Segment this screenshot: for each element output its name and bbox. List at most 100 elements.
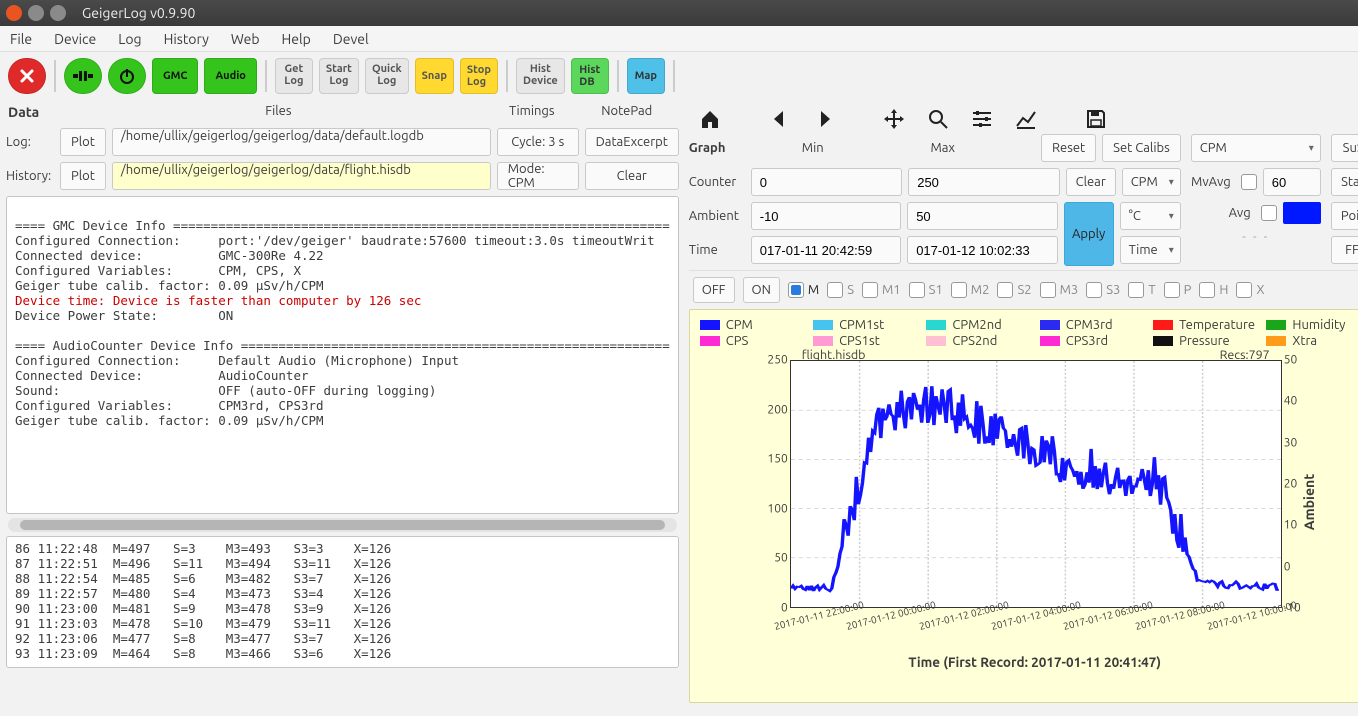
var-m2-checkbox[interactable] <box>951 282 967 298</box>
log-tail-pane[interactable]: 86 11:22:48 M=497 S=3 M3=493 S3=3 X=126 … <box>6 536 679 668</box>
y-ticks: 050100150200250 <box>762 360 788 608</box>
toolbar: GMC Audio Get Log Start Log Quick Log Sn… <box>0 52 1358 100</box>
clear-notepad-button[interactable]: Clear <box>585 162 679 190</box>
var-t-checkbox[interactable] <box>1128 282 1144 298</box>
log-path-input[interactable]: /home/ullix/geigerlog/geigerlog/data/def… <box>112 128 491 156</box>
cycle-button[interactable]: Cycle: 3 s <box>497 128 579 156</box>
data-heading: Data <box>8 104 70 120</box>
var-s3-checkbox[interactable] <box>1086 282 1102 298</box>
histdevice-button[interactable]: Hist Device <box>516 58 565 94</box>
snap-button[interactable]: Snap <box>415 58 454 94</box>
ambient-min-input[interactable] <box>751 202 901 230</box>
device-info-hscroll[interactable] <box>8 518 677 532</box>
avg-checkbox[interactable] <box>1261 205 1277 221</box>
ambient-label: Ambient <box>689 209 745 223</box>
device-info-pane[interactable]: ==== GMC Device Info ===================… <box>6 196 679 514</box>
exit-button[interactable] <box>8 58 46 94</box>
menu-history[interactable]: History <box>164 31 209 47</box>
menu-web[interactable]: Web <box>231 31 260 47</box>
menu-file[interactable]: File <box>10 31 32 47</box>
yvar-select[interactable]: CPM <box>1191 134 1321 162</box>
ambient-unit-select[interactable]: °C <box>1120 202 1181 230</box>
counter-min-input[interactable] <box>751 168 902 196</box>
quicklog-button[interactable]: Quick Log <box>365 58 409 94</box>
var-m3-checkbox[interactable] <box>1040 282 1056 298</box>
avg-color-swatch[interactable] <box>1283 202 1321 224</box>
window-close-button[interactable] <box>6 5 22 21</box>
plot-history-button[interactable]: Plot <box>60 162 106 190</box>
mvavg-checkbox[interactable] <box>1241 174 1257 190</box>
y2-ticks: -1001020304050 <box>1284 360 1310 608</box>
menu-devel[interactable]: Devel <box>333 31 369 47</box>
menubar: File Device Log History Web Help Devel <box>0 26 1358 52</box>
home-icon[interactable] <box>697 106 723 132</box>
vars-on-button[interactable]: ON <box>743 277 780 303</box>
mvavg-input[interactable] <box>1263 168 1321 196</box>
plot-nav-toolbar <box>689 100 1358 134</box>
var-p-checkbox[interactable] <box>1164 282 1180 298</box>
clear-counter-button[interactable]: Clear <box>1066 168 1116 196</box>
menu-help[interactable]: Help <box>282 31 311 47</box>
var-s1-checkbox[interactable] <box>909 282 925 298</box>
var-x-checkbox[interactable] <box>1236 282 1252 298</box>
config-icon[interactable] <box>969 106 995 132</box>
gmc-button[interactable]: GMC <box>152 58 198 94</box>
max-heading: Max <box>881 141 1005 155</box>
window-maximize-button[interactable] <box>50 5 66 21</box>
apply-button[interactable]: Apply <box>1064 202 1114 266</box>
time-max-input[interactable] <box>907 236 1057 264</box>
time-min-input[interactable] <box>751 236 901 264</box>
zoom-icon[interactable] <box>925 106 951 132</box>
timings-heading: Timings <box>487 104 577 120</box>
x-axis-label: Time (First Record: 2017-01-11 20:41:47) <box>700 654 1358 670</box>
sust-button[interactable]: SuSt <box>1331 134 1358 162</box>
pan-icon[interactable] <box>881 106 907 132</box>
graph-heading: Graph <box>689 141 745 155</box>
window-minimize-button[interactable] <box>28 5 44 21</box>
vars-off-button[interactable]: OFF <box>693 277 735 303</box>
plot-log-button[interactable]: Plot <box>60 128 106 156</box>
fft-button[interactable]: FFT <box>1331 236 1358 264</box>
menu-device[interactable]: Device <box>54 31 96 47</box>
variable-toggle-row: OFF ON M S M1 S1 M2 S2 M3 S3 T P H X <box>689 270 1358 309</box>
data-header-row: Data Files Timings NotePad <box>6 100 679 128</box>
setcalibs-button[interactable]: Set Calibs <box>1102 134 1181 162</box>
min-heading: Min <box>751 141 875 155</box>
histdb-button[interactable]: Hist DB <box>571 58 609 94</box>
mode-button[interactable]: Mode: CPM <box>497 162 579 190</box>
save-icon[interactable] <box>1083 106 1109 132</box>
files-heading: Files <box>70 104 487 120</box>
reset-button[interactable]: Reset <box>1041 134 1096 162</box>
dataexcerpt-button[interactable]: DataExcerpt <box>585 128 679 156</box>
var-m-checkbox[interactable] <box>788 282 804 298</box>
audio-button[interactable]: Audio <box>204 58 256 94</box>
var-s2-checkbox[interactable] <box>997 282 1013 298</box>
menu-log[interactable]: Log <box>118 31 141 47</box>
stoplog-button[interactable]: Stop Log <box>460 58 498 94</box>
getlog-button[interactable]: Get Log <box>275 58 313 94</box>
connect-button[interactable] <box>64 58 102 94</box>
separator <box>673 60 675 92</box>
ambient-max-input[interactable] <box>907 202 1057 230</box>
chart-trace <box>791 361 1281 607</box>
separator <box>54 60 56 92</box>
counter-max-input[interactable] <box>908 168 1059 196</box>
stats-button[interactable]: Stats <box>1331 168 1358 196</box>
avg-label: Avg <box>1191 206 1255 220</box>
back-icon[interactable] <box>767 106 793 132</box>
forward-icon[interactable] <box>811 106 837 132</box>
power-button[interactable] <box>108 58 146 94</box>
var-m1-checkbox[interactable] <box>862 282 878 298</box>
var-s-checkbox[interactable] <box>827 282 843 298</box>
startlog-button[interactable]: Start Log <box>319 58 359 94</box>
chart-plot[interactable] <box>790 360 1282 608</box>
poiss-button[interactable]: Poiss <box>1331 202 1358 230</box>
chart-icon[interactable] <box>1013 106 1039 132</box>
separator <box>265 60 267 92</box>
notepad-heading: NotePad <box>577 104 677 120</box>
map-button[interactable]: Map <box>627 58 665 94</box>
counter-unit-select[interactable]: CPM <box>1122 168 1181 196</box>
var-h-checkbox[interactable] <box>1199 282 1215 298</box>
history-path-input[interactable]: /home/ullix/geigerlog/geigerlog/data/fli… <box>112 162 491 190</box>
time-unit-select[interactable]: Time <box>1120 236 1181 264</box>
